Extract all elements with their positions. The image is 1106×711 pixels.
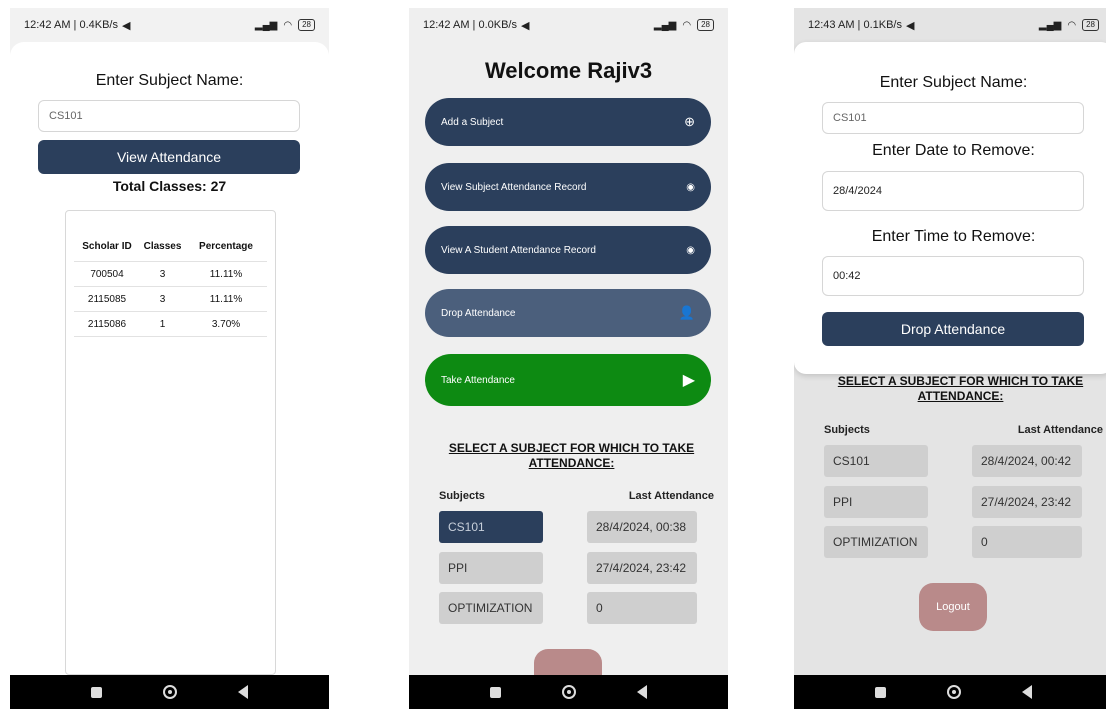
home-button[interactable] (561, 685, 576, 699)
phone-screen-drop-attendance: 12:43 AM | 0.1KB/s ◀ ▂▄▆ ◠ 28 SELECT A S… (794, 8, 1106, 709)
back-button[interactable] (238, 685, 249, 699)
view-attendance-button[interactable]: View Attendance (38, 140, 300, 174)
last-attendance-ppi: 27/4/2024, 23:42 (972, 486, 1082, 518)
recents-button[interactable] (90, 686, 102, 698)
column-header: Percentage (199, 240, 253, 252)
wifi-icon: ◠ (283, 19, 293, 31)
subject-chip-optimization[interactable]: OPTIMIZATION (824, 526, 928, 558)
attendance-table: Scholar ID Classes Percentage 700504 3 11.11%… (74, 231, 267, 337)
drop-attendance-button[interactable]: Drop Attendance (822, 312, 1084, 346)
android-nav-bar (409, 675, 728, 709)
subject-name-heading: Enter Subject Name: (95, 72, 244, 89)
column-header: Classes (143, 240, 182, 252)
play-icon: ▶ (682, 372, 695, 389)
status-time: 12:42 AM | 0.0KB/s (423, 19, 517, 31)
navigation-icon: ◀ (905, 19, 915, 32)
status-bar: 12:42 AM | 0.4KB/s ◀ ▂▄▆ ◠ 28 (10, 8, 329, 42)
signal-icon: ▂▄▆ (653, 19, 677, 31)
select-subject-title: SELECT A SUBJECT FOR WHICH TO TAKE ATTEN… (448, 441, 695, 470)
wifi-icon: ◠ (682, 19, 692, 31)
view-student-attendance-button[interactable]: View A Student Attendance Record ◉ (425, 226, 711, 274)
home-button[interactable] (162, 685, 177, 699)
table-cell: 11.11% (209, 268, 243, 280)
battery-icon: 28 (697, 19, 714, 31)
battery-icon: 28 (298, 19, 315, 31)
take-attendance-button[interactable]: Take Attendance ▶ (425, 354, 711, 406)
eye-icon: ◉ (686, 181, 695, 193)
last-attendance-cs101: 28/4/2024, 00:38 (587, 511, 697, 543)
menu-label: Add a Subject (441, 116, 504, 128)
phone-screen-dashboard: 12:42 AM | 0.0KB/s ◀ ▂▄▆ ◠ 28 Welcome Ra… (409, 8, 728, 709)
recents-button[interactable] (489, 686, 501, 698)
status-bar: 12:43 AM | 0.1KB/s ◀ ▂▄▆ ◠ 28 (794, 8, 1106, 42)
logout-button[interactable]: Logout (919, 583, 987, 631)
wifi-icon: ◠ (1067, 19, 1077, 31)
navigation-icon: ◀ (520, 19, 530, 32)
back-button[interactable] (1022, 685, 1033, 699)
status-time: 12:42 AM | 0.4KB/s (24, 19, 118, 31)
plus-circle-icon: ⊕ (684, 114, 695, 129)
total-classes-label: Total Classes: 27 (112, 178, 227, 194)
table-row: 2115085 3 11.11% (74, 287, 267, 312)
subject-chip-optimization[interactable]: OPTIMIZATION (439, 592, 543, 624)
table-cell: 3 (159, 268, 166, 280)
last-attendance-ppi: 27/4/2024, 23:42 (587, 552, 697, 584)
table-cell: 3 (159, 293, 166, 305)
signal-icon: ▂▄▆ (1038, 19, 1062, 31)
subject-chip-ppi[interactable]: PPI (439, 552, 543, 584)
table-cell: 3.70% (211, 318, 241, 330)
phone-screen-view-attendance: 12:42 AM | 0.4KB/s ◀ ▂▄▆ ◠ 28 Enter Subj… (10, 8, 329, 709)
recents-button[interactable] (874, 686, 886, 698)
subject-name-input[interactable]: CS101 (822, 102, 1084, 134)
table-row: 2115086 1 3.70% (74, 312, 267, 337)
table-cell: 2115085 (87, 293, 127, 305)
last-attendance-cs101: 28/4/2024, 00:42 (972, 445, 1082, 477)
welcome-title: Welcome Rajiv3 (484, 58, 653, 83)
battery-icon: 28 (1082, 19, 1099, 31)
last-attendance-column-header: Last Attendance (1017, 424, 1103, 436)
last-attendance-optimization: 0 (972, 526, 1082, 558)
navigation-icon: ◀ (121, 19, 131, 32)
last-attendance-optimization: 0 (587, 592, 697, 624)
table-row: 700504 3 11.11% (74, 262, 267, 287)
table-cell: 1 (159, 318, 166, 330)
last-attendance-column-header: Last Attendance (628, 490, 714, 502)
subjects-column-header: Subjects (439, 490, 485, 502)
android-nav-bar (794, 675, 1106, 709)
signal-icon: ▂▄▆ (254, 19, 278, 31)
back-button[interactable] (637, 685, 648, 699)
add-subject-button[interactable]: Add a Subject ⊕ (425, 98, 711, 146)
table-cell: 2115086 (87, 318, 127, 330)
eye-icon: ◉ (686, 244, 695, 256)
menu-label: View A Student Attendance Record (441, 244, 596, 256)
table-cell: 11.11% (209, 293, 243, 305)
subject-chip-cs101[interactable]: CS101 (824, 445, 928, 477)
status-bar: 12:42 AM | 0.0KB/s ◀ ▂▄▆ ◠ 28 (409, 8, 728, 42)
android-nav-bar (10, 675, 329, 709)
table-header-row: Scholar ID Classes Percentage (74, 231, 267, 262)
menu-label: Drop Attendance (441, 307, 516, 319)
table-cell: 700504 (90, 268, 124, 280)
time-heading: Enter Time to Remove: (871, 228, 1036, 245)
view-subject-attendance-button[interactable]: View Subject Attendance Record ◉ (425, 163, 711, 211)
date-heading: Enter Date to Remove: (872, 142, 1035, 159)
subject-name-heading: Enter Subject Name: (879, 74, 1028, 91)
home-button[interactable] (946, 685, 961, 699)
select-subject-title: SELECT A SUBJECT FOR WHICH TO TAKE ATTEN… (837, 374, 1084, 403)
attendance-table-card: Scholar ID Classes Percentage 700504 3 11.11%… (65, 210, 276, 675)
subject-name-input[interactable]: CS101 (38, 100, 300, 132)
column-header: Scholar ID (82, 240, 132, 252)
drop-attendance-button[interactable]: Drop Attendance 👤 (425, 289, 711, 337)
subject-chip-ppi[interactable]: PPI (824, 486, 928, 518)
subject-chip-cs101[interactable]: CS101 (439, 511, 543, 543)
person-remove-icon: 👤 (678, 305, 695, 320)
subjects-column-header: Subjects (824, 424, 870, 436)
menu-label: Take Attendance (441, 374, 515, 386)
date-input[interactable]: 28/4/2024 (822, 171, 1084, 211)
menu-label: View Subject Attendance Record (441, 181, 587, 193)
drop-attendance-dialog: Enter Subject Name: CS101 Enter Date to … (794, 42, 1106, 374)
status-time: 12:43 AM | 0.1KB/s (808, 19, 902, 31)
time-input[interactable]: 00:42 (822, 256, 1084, 296)
